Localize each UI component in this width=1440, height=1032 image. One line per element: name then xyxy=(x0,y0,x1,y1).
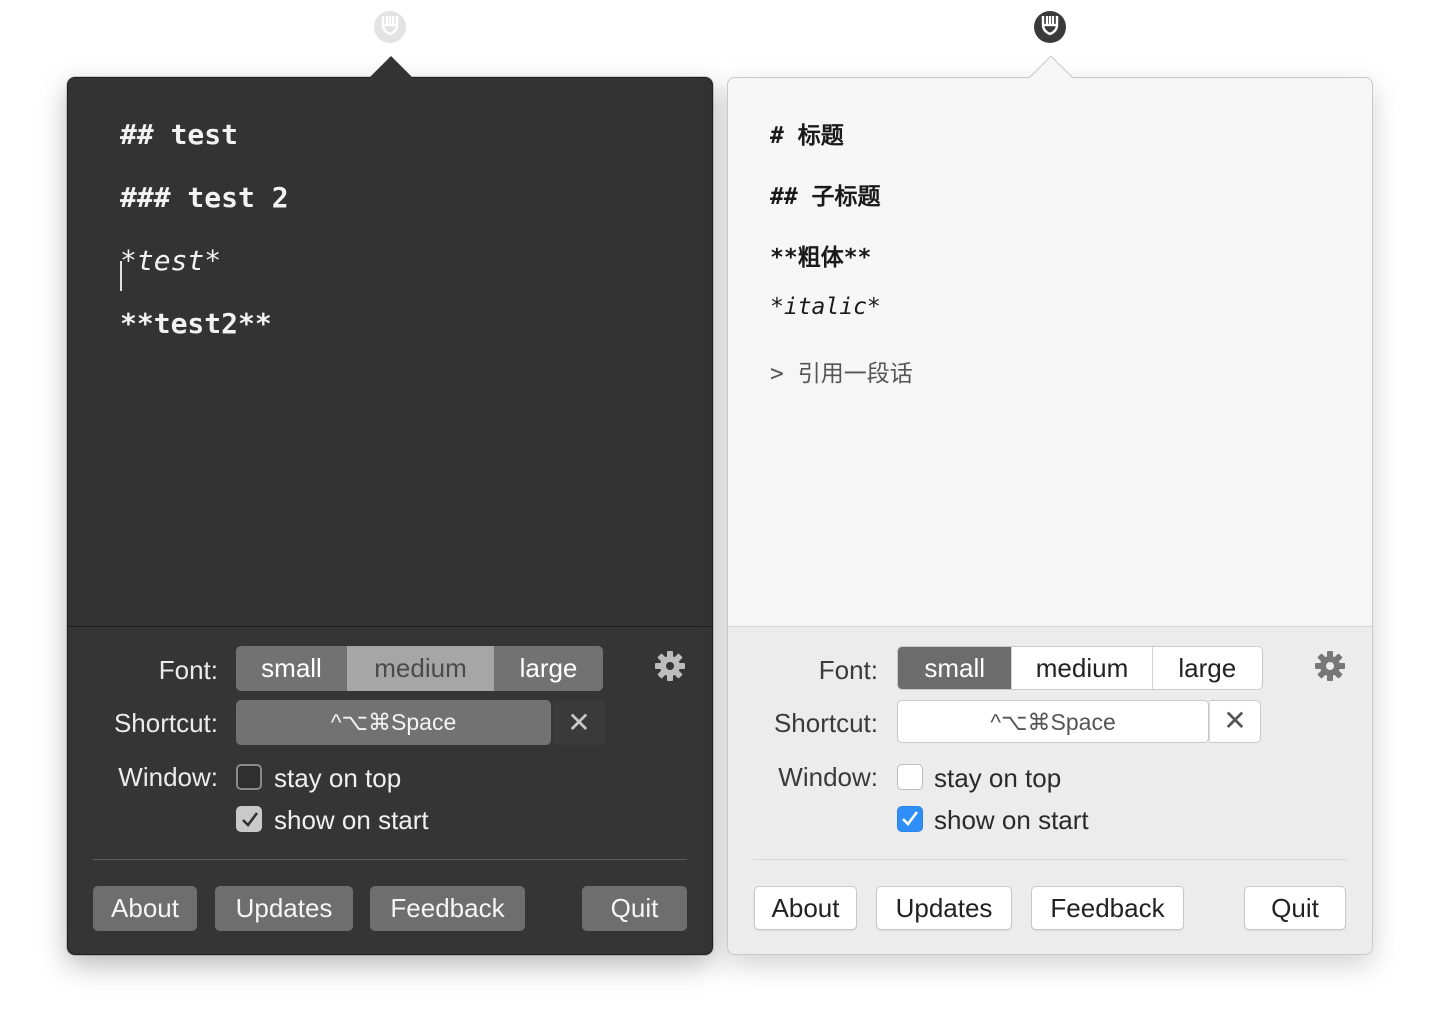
editor-line: *italic* xyxy=(770,294,881,320)
divider xyxy=(93,859,687,860)
editor-line: ## 子标题 xyxy=(770,184,881,210)
dark-popover-panel: ## test ### test 2 *test* **test2** Font… xyxy=(67,56,713,955)
stay-on-top-label[interactable]: stay on top xyxy=(274,763,401,794)
editor-line: # 标题 xyxy=(770,123,844,149)
editor-line: **test2** xyxy=(120,307,272,340)
font-size-large-option[interactable]: large xyxy=(494,646,603,691)
close-icon[interactable]: ✕ xyxy=(1209,700,1261,743)
checkmark-icon xyxy=(242,812,259,827)
feedback-button[interactable]: Feedback xyxy=(370,886,525,931)
about-button[interactable]: About xyxy=(93,886,197,931)
font-size-segmented-control[interactable]: small medium large xyxy=(897,646,1263,690)
divider xyxy=(753,859,1347,860)
checkmark-icon xyxy=(902,811,919,826)
show-on-start-label[interactable]: show on start xyxy=(274,805,429,836)
feedback-button[interactable]: Feedback xyxy=(1031,886,1184,930)
markdown-editor[interactable]: ## test ### test 2 *test* **test2** xyxy=(68,78,712,627)
shortcut-recorder-field[interactable]: ^⌥⌘Space xyxy=(236,700,551,745)
stay-on-top-checkbox[interactable] xyxy=(897,764,923,790)
quit-button[interactable]: Quit xyxy=(582,886,687,931)
popover-arrow xyxy=(368,56,414,79)
light-popover-panel: # 标题 ## 子标题 **粗体** *italic* > 引用一段话 Font… xyxy=(727,56,1373,955)
updates-button[interactable]: Updates xyxy=(215,886,353,931)
about-button[interactable]: About xyxy=(754,886,857,930)
gear-icon[interactable] xyxy=(654,650,686,682)
font-size-small-option[interactable]: small xyxy=(236,646,347,691)
stay-on-top-checkbox[interactable] xyxy=(236,764,262,790)
quit-button[interactable]: Quit xyxy=(1244,886,1346,930)
stay-on-top-label[interactable]: stay on top xyxy=(934,763,1061,794)
window-label: Window: xyxy=(778,762,878,792)
updates-button[interactable]: Updates xyxy=(876,886,1012,930)
editor-line: ### test 2 xyxy=(120,181,289,214)
popover-arrow xyxy=(1028,56,1074,79)
font-size-segmented-control[interactable]: small medium large xyxy=(236,646,603,691)
shortcut-recorder-field[interactable]: ^⌥⌘Space xyxy=(897,700,1209,743)
shortcut-label: Shortcut: xyxy=(773,708,878,738)
close-icon[interactable]: ✕ xyxy=(553,700,605,745)
window-label: Window: xyxy=(118,762,218,792)
show-on-start-checkbox[interactable] xyxy=(897,806,923,832)
font-size-large-option[interactable]: large xyxy=(1151,647,1262,689)
editor-line: > 引用一段话 xyxy=(770,361,913,387)
font-label: Font: xyxy=(158,655,218,685)
markdown-editor[interactable]: # 标题 ## 子标题 **粗体** *italic* > 引用一段话 xyxy=(728,78,1372,627)
show-on-start-checkbox[interactable] xyxy=(236,806,262,832)
editor-line: ## test xyxy=(120,118,239,151)
editor-line: **粗体** xyxy=(770,245,872,271)
show-on-start-label[interactable]: show on start xyxy=(934,805,1089,836)
gear-icon[interactable] xyxy=(1314,650,1346,682)
font-size-medium-option[interactable]: medium xyxy=(1011,647,1151,689)
menubar-app-icon[interactable] xyxy=(373,10,407,44)
font-label: Font: xyxy=(818,655,878,685)
menubar-app-icon[interactable] xyxy=(1033,10,1067,44)
font-size-small-option[interactable]: small xyxy=(898,647,1012,689)
shortcut-label: Shortcut: xyxy=(113,708,218,738)
font-size-medium-option[interactable]: medium xyxy=(347,646,494,691)
editor-line: *test* xyxy=(120,244,222,277)
